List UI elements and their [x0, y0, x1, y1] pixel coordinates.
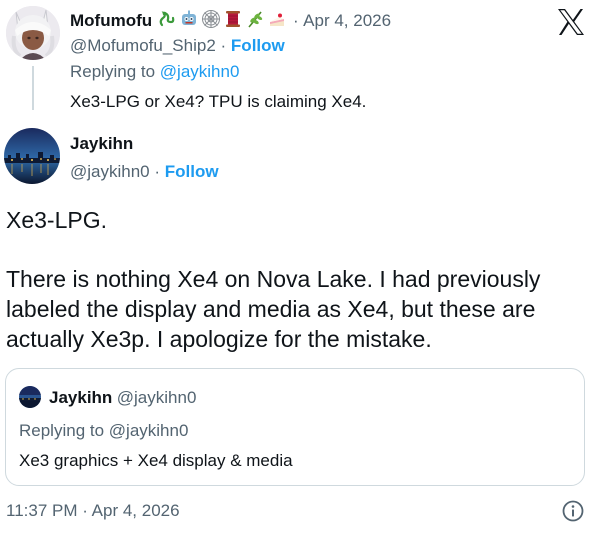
- quoted-replying-to-handle: @jaykihn0: [108, 421, 189, 440]
- x-logo-icon[interactable]: [556, 8, 586, 36]
- replying-to: Replying to @jaykihn0: [70, 61, 239, 83]
- tweet-timestamp[interactable]: 11:37 PM · Apr 4, 2026: [6, 500, 180, 522]
- thread-spool-icon: [225, 11, 240, 27]
- parent-tweet-text: Xe3-LPG or Xe4? TPU is claiming Xe4.: [70, 92, 367, 111]
- info-icon[interactable]: [561, 499, 585, 523]
- follow-button[interactable]: Follow: [231, 36, 285, 55]
- follow-button[interactable]: Follow: [165, 162, 219, 181]
- quoted-replying-to-label: Replying to: [19, 421, 109, 440]
- quoted-user-handle: @jaykihn0: [116, 388, 197, 407]
- quoted-replying-to: Replying to @jaykihn0: [19, 420, 188, 442]
- avatar[interactable]: [4, 128, 60, 184]
- display-name[interactable]: Mofumofu: [70, 11, 152, 30]
- dragon-icon: [159, 11, 174, 27]
- tweet-text-body: There is nothing Xe4 on Nova Lake. I had…: [6, 266, 541, 352]
- avatar-city-night-icon: [19, 386, 41, 408]
- herb-icon: [247, 11, 262, 28]
- replying-to-handle[interactable]: @jaykihn0: [160, 62, 240, 81]
- avatar: [19, 386, 41, 408]
- handle-separator: ·: [154, 162, 161, 181]
- tweet-date[interactable]: Apr 4, 2026: [303, 11, 391, 30]
- replying-to-label: Replying to: [70, 62, 160, 81]
- avatar-city-night-icon: [4, 128, 60, 184]
- robot-icon: [181, 10, 196, 25]
- quoted-display-name: Jaykihn: [49, 388, 113, 407]
- date-separator: ·: [293, 11, 299, 30]
- spiderweb-icon: [201, 10, 220, 28]
- thread-line: [32, 66, 34, 110]
- parent-tweet-header: Mofumofu · Apr 4, 2026: [70, 9, 391, 31]
- quoted-tweet-text: Xe3 graphics + Xe4 display & media: [19, 451, 293, 470]
- quoted-tweet-header: Jaykihn @jaykihn0: [49, 387, 196, 410]
- handle-separator: ·: [220, 36, 227, 55]
- main-handle-row: @jaykihn0 · Follow: [70, 161, 219, 183]
- avatar[interactable]: [6, 6, 60, 60]
- user-handle[interactable]: @Mofumofu_Ship2: [70, 36, 216, 55]
- avatar-anime-girl-icon: [6, 6, 60, 60]
- quoted-tweet-card[interactable]: Jaykihn @jaykihn0 Replying to @jaykihn0 …: [5, 368, 585, 486]
- cake-icon: [269, 13, 284, 26]
- tweet-text-line1: Xe3-LPG.: [6, 207, 107, 233]
- name-emojis: [152, 10, 288, 30]
- user-handle[interactable]: @jaykihn0: [70, 162, 150, 181]
- parent-handle-row: @Mofumofu_Ship2 · Follow: [70, 35, 285, 57]
- display-name[interactable]: Jaykihn: [70, 133, 133, 155]
